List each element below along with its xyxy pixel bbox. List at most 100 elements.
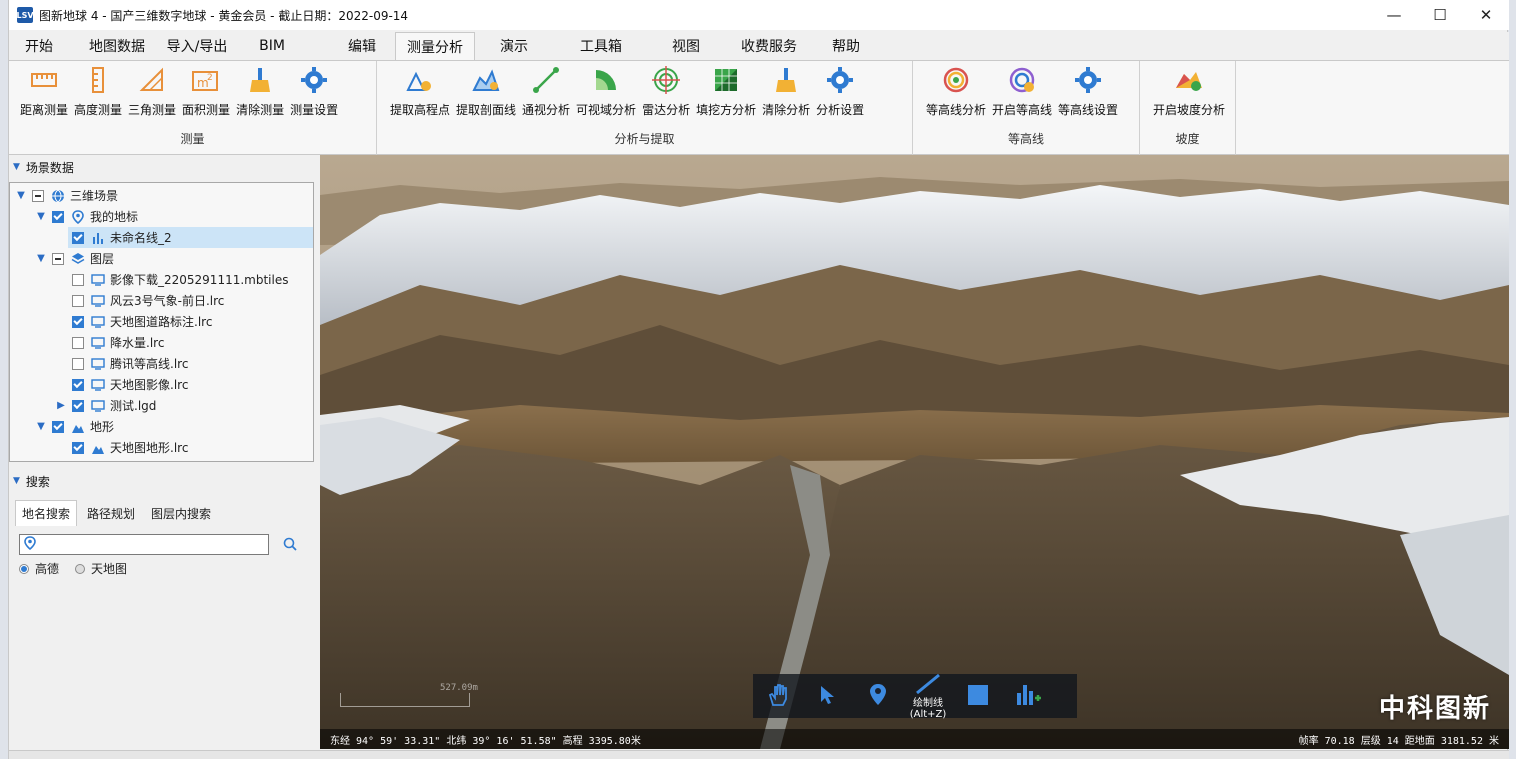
height-measure-button[interactable]: 高度测量	[71, 65, 125, 118]
draw-polygon-tool-button[interactable]	[953, 674, 1003, 718]
gear-icon	[825, 65, 855, 95]
radar-analysis-button[interactable]: 雷达分析	[639, 65, 693, 118]
ribbon: 距离测量 高度测量 三角测量 m2 面积测量 清除测量 测量设置 测量 提取高程…	[9, 60, 1509, 155]
coordinates-readout: 东经 94° 59' 33.31" 北纬 39° 16' 51.58" 高程 3…	[330, 735, 641, 747]
monitor-icon	[90, 293, 106, 309]
extract-elevation-point-button[interactable]: 提取高程点	[387, 65, 453, 118]
tree-checkbox[interactable]	[72, 399, 84, 412]
tree-checkbox[interactable]	[32, 189, 44, 202]
tree-node-layer[interactable]: ▶ 测试.lgd	[54, 395, 156, 416]
close-button[interactable]: ✕	[1463, 0, 1509, 30]
expand-toggle-icon[interactable]: ▼	[14, 190, 28, 201]
draw-line-tool-button[interactable]: 绘制线 (Alt+Z)	[903, 673, 953, 720]
draw-line-tooltip: 绘制线	[913, 697, 943, 709]
tree-node-layer[interactable]: 天地图道路标注.lrc	[68, 311, 212, 332]
menu-toolbox[interactable]: 工具箱	[571, 32, 631, 60]
slope-icon	[1174, 65, 1204, 95]
minimize-button[interactable]: —	[1371, 0, 1417, 30]
extract-profile-button[interactable]: 提取剖面线	[453, 65, 519, 118]
search-button[interactable]	[281, 536, 299, 554]
menu-presentation[interactable]: 演示	[489, 32, 539, 60]
cut-fill-button[interactable]: 填挖方分析	[693, 65, 759, 118]
search-input[interactable]	[36, 535, 268, 554]
tree-node-layer[interactable]: 天地图影像.lrc	[68, 374, 188, 395]
menu-map-data[interactable]: 地图数据	[77, 32, 157, 60]
tab-layer-search[interactable]: 图层内搜索	[145, 500, 217, 526]
menu-edit[interactable]: 编辑	[337, 32, 387, 60]
tree-checkbox[interactable]	[72, 378, 84, 391]
expand-right-icon[interactable]: ▶	[54, 400, 68, 411]
line-of-sight-button[interactable]: 通视分析	[519, 65, 573, 118]
search-panel: ▼ 搜索 地名搜索 路径规划 图层内搜索 高德 天地图	[9, 470, 319, 750]
tree-checkbox[interactable]	[72, 273, 84, 286]
scene-data-header[interactable]: ▼ 场景数据	[9, 156, 319, 178]
analysis-settings-label: 分析设置	[816, 103, 865, 117]
tree-node-unnamed-line-2[interactable]: 未命名线_2	[68, 227, 313, 248]
tree-checkbox[interactable]	[72, 315, 84, 328]
tree-checkbox[interactable]	[72, 336, 84, 349]
expand-toggle-icon[interactable]: ▼	[34, 253, 48, 264]
select-tool-button[interactable]	[803, 674, 853, 718]
tree-node-my-placemarks[interactable]: ▼ 我的地标	[34, 206, 138, 227]
tree-node-layer[interactable]: 腾讯等高线.lrc	[68, 353, 188, 374]
tree-node-label: 地形	[90, 420, 115, 434]
tree-node-layer[interactable]: 风云3号气象-前日.lrc	[68, 290, 224, 311]
measure-settings-button[interactable]: 测量设置	[287, 65, 341, 118]
viewshed-button[interactable]: 可视域分析	[573, 65, 639, 118]
enable-slope-analysis-button[interactable]: 开启坡度分析	[1150, 65, 1228, 118]
tree-checkbox[interactable]	[72, 294, 84, 307]
tree-checkbox[interactable]	[72, 357, 84, 370]
pan-tool-button[interactable]	[753, 674, 803, 718]
radio-amap[interactable]	[19, 563, 29, 574]
tree-checkbox[interactable]	[52, 420, 64, 433]
measure-group-name: 测量	[180, 132, 205, 146]
tree-node-terrain-layer[interactable]: 天地图地形.lrc	[68, 437, 188, 458]
contour-layer-icon	[1007, 65, 1037, 95]
expand-toggle-icon[interactable]: ▼	[34, 211, 48, 222]
tree-node-layer[interactable]: 影像下载_2205291111.mbtiles	[68, 269, 288, 290]
menu-measure-analysis[interactable]: 测量分析	[395, 32, 475, 60]
tree-node-label: 天地图道路标注.lrc	[110, 315, 213, 329]
tab-route-planning[interactable]: 路径规划	[81, 500, 141, 526]
layers-icon	[70, 251, 86, 267]
menu-start[interactable]: 开始	[19, 32, 59, 60]
search-header[interactable]: ▼ 搜索	[9, 470, 319, 492]
contour-analysis-button[interactable]: 等高线分析	[923, 65, 989, 118]
menu-bim[interactable]: BIM	[247, 32, 297, 60]
tree-checkbox[interactable]	[72, 231, 84, 244]
analysis-settings-button[interactable]: 分析设置	[813, 65, 867, 118]
menu-bar: 开始 地图数据 导入/导出 BIM 编辑 测量分析 演示 工具箱 视图 收费服务…	[9, 32, 1509, 60]
tree-checkbox[interactable]	[72, 441, 84, 454]
window-controls: — ☐ ✕	[1371, 0, 1509, 30]
add-model-tool-button[interactable]	[1003, 674, 1053, 718]
clear-analysis-button[interactable]: 清除分析	[759, 65, 813, 118]
distance-measure-button[interactable]: 距离测量	[17, 65, 71, 118]
app-logo: LSV	[16, 7, 34, 23]
expand-toggle-icon[interactable]: ▼	[34, 421, 48, 432]
tab-place-search[interactable]: 地名搜索	[15, 500, 78, 526]
menu-paid-services[interactable]: 收费服务	[729, 32, 809, 60]
contour-settings-button[interactable]: 等高线设置	[1055, 65, 1121, 118]
enable-contour-button[interactable]: 开启等高线	[989, 65, 1055, 118]
radio-tianditu[interactable]	[75, 563, 86, 574]
extract-elevation-point-label: 提取高程点	[390, 103, 451, 117]
tree-node-layer[interactable]: 降水量.lrc	[68, 332, 164, 353]
globe-viewport[interactable]: 527.09m 绘制线 (Alt+Z) 中科图新 东经 94° 59' 33.3…	[320, 155, 1509, 749]
clear-measure-button[interactable]: 清除测量	[233, 65, 287, 118]
tree-checkbox[interactable]	[52, 210, 64, 223]
search-field[interactable]	[19, 534, 269, 555]
placemark-tool-button[interactable]	[853, 674, 903, 718]
tree-node-label: 影像下载_2205291111.mbtiles	[110, 273, 289, 287]
maximize-button[interactable]: ☐	[1417, 0, 1463, 30]
tree-node-3d-scene[interactable]: ▼ 三维场景	[14, 185, 118, 206]
tree-node-terrain[interactable]: ▼ 地形	[34, 416, 114, 437]
triangle-measure-button[interactable]: 三角测量	[125, 65, 179, 118]
menu-import-export[interactable]: 导入/导出	[157, 32, 237, 60]
area-measure-button[interactable]: m2 面积测量	[179, 65, 233, 118]
menu-help[interactable]: 帮助	[821, 32, 871, 60]
hand-icon	[767, 683, 789, 710]
tree-node-layers[interactable]: ▼ 图层	[34, 248, 114, 269]
tree-checkbox[interactable]	[52, 252, 64, 265]
tree-node-label: 降水量.lrc	[110, 336, 165, 350]
menu-view[interactable]: 视图	[661, 32, 711, 60]
